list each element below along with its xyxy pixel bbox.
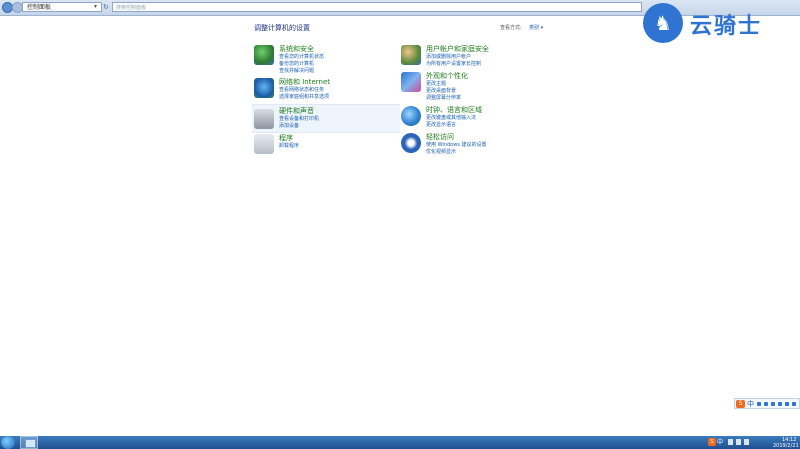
chevron-down-icon[interactable]: ▾ [94,3,100,11]
category-link[interactable]: 更改桌面背景 [426,87,456,94]
category-link[interactable]: 调整屏幕分辨率 [426,94,461,101]
category-clock-language[interactable]: 时钟、语言和区域 更改键盘或其他输入法 更改显示语言 [401,105,549,135]
category-link[interactable]: 添加或删除用户帐户 [426,53,471,60]
start-button[interactable] [1,436,15,449]
clock-date[interactable]: 2019/2/21 [773,443,799,449]
grid-icon[interactable] [792,402,796,406]
category-link[interactable]: 更改主题 [426,80,446,87]
category-link[interactable]: 查看设备和打印机 [279,115,319,122]
category-link[interactable]: 添加设备 [279,122,299,129]
appearance-icon [401,72,421,92]
category-link[interactable]: 选择家庭组和共享选项 [279,93,329,100]
category-hardware-sound[interactable]: 硬件和声音 查看设备和打印机 添加设备 [252,104,400,133]
category-link[interactable]: 查看网络状态和任务 [279,86,324,93]
control-panel-icon [25,439,36,448]
knight-logo-icon: ♞ [643,3,683,43]
category-link[interactable]: 查看您的计算机状态 [279,53,324,60]
category-link[interactable]: 备份您的计算机 [279,60,314,67]
globe-icon [401,106,421,126]
category-programs[interactable]: 程序 卸载程序 [254,133,402,163]
category-system-security[interactable]: 系统和安全 查看您的计算机状态 备份您的计算机 查找并解决问题 [254,44,402,74]
keyboard-icon[interactable] [778,402,782,406]
users-icon [401,45,421,65]
accessibility-icon [401,133,421,153]
category-link[interactable]: 优化视频显示 [426,148,456,155]
category-link[interactable]: 查找并解决问题 [279,67,314,74]
refresh-icon[interactable]: ↻ [103,2,111,12]
view-by-label: 查看方式: [500,25,522,31]
search-placeholder: 搜索控制面板 [116,5,147,11]
search-input[interactable]: 搜索控制面板 [112,2,642,12]
watermark-text: 云骑士 [690,14,763,39]
category-link[interactable]: 卸载程序 [279,142,299,149]
network-icon [254,78,274,98]
address-bar[interactable]: 控制面板 [22,2,102,12]
ime-tray-icon[interactable]: S [708,438,716,446]
category-link[interactable]: 更改键盘或其他输入法 [426,114,476,121]
punctuation-icon[interactable] [764,402,768,406]
printer-icon [254,109,274,129]
breadcrumb[interactable]: 控制面板 [27,4,51,11]
shield-icon [254,45,274,65]
ime-logo-icon[interactable]: S [736,400,745,408]
flag-icon[interactable] [728,439,733,445]
programs-icon [254,134,274,154]
category-link[interactable]: 更改显示语言 [426,121,456,128]
skin-icon[interactable] [785,402,789,406]
category-link[interactable]: 使用 Windows 建议的设置 [426,141,487,148]
moon-icon[interactable] [757,402,761,406]
category-link[interactable]: 为所有用户设置家长控制 [426,60,481,67]
microphone-icon[interactable] [771,402,775,406]
category-network[interactable]: 网络和 Internet 查看网络状态和任务 选择家庭组和共享选项 [254,77,402,107]
ime-toolbar[interactable]: S 中 [734,398,800,409]
category-ease-of-access[interactable]: 轻松访问 使用 Windows 建议的设置 优化视频显示 [401,132,549,162]
tray-ime-mode[interactable]: 中 [717,437,723,446]
category-appearance[interactable]: 外观和个性化 更改主题 更改桌面背景 调整屏幕分辨率 [401,71,549,101]
taskbar: S 中 [0,436,800,449]
taskbar-control-panel[interactable] [20,436,38,449]
category-user-accounts[interactable]: 用户帐户和家庭安全 添加或删除用户帐户 为所有用户设置家长控制 [401,44,549,74]
network-tray-icon[interactable] [736,439,741,445]
volume-icon[interactable] [744,439,749,445]
ime-mode[interactable]: 中 [747,399,754,409]
page-title: 调整计算机的设置 [254,24,310,32]
view-by-dropdown[interactable]: 类别 ▾ [529,24,543,31]
